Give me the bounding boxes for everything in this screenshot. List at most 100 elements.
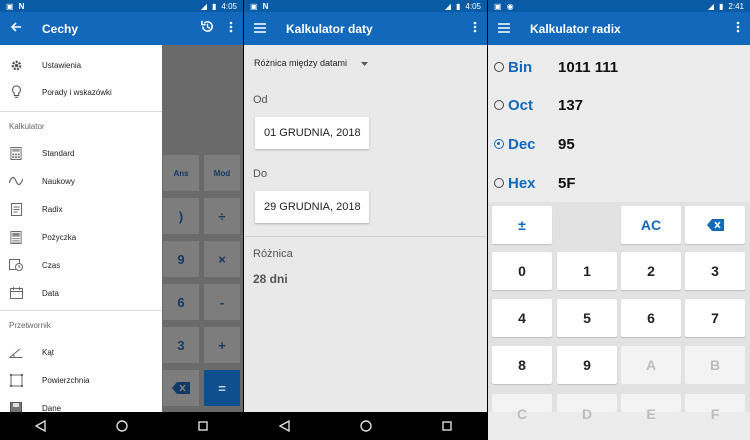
hamburger-menu-icon[interactable] xyxy=(254,20,266,38)
overflow-menu-icon[interactable] xyxy=(473,20,477,38)
radix-row-hex[interactable]: Hex 5F xyxy=(494,171,576,195)
backspace-icon xyxy=(172,382,190,394)
key-f-disabled: F xyxy=(685,394,745,422)
drawer-item-label: Naukowy xyxy=(42,176,75,186)
drawer-item-angle[interactable]: Kąt xyxy=(0,339,162,365)
radix-row-bin[interactable]: Bin 1011 111 xyxy=(494,55,618,79)
from-date-button[interactable]: 01 GRUDNIA, 2018 xyxy=(255,117,369,149)
phone-screen-date-calculator: ▣ N ◢ ▮ 4:05 Kalkulator daty Różnica mię… xyxy=(244,0,487,440)
calculator-background: Ans Mod ) ÷ 9 × 6 - 3 + = xyxy=(162,45,243,412)
drawer-item-label: Data xyxy=(42,288,59,298)
screens: ▣ N ◢ ▮ 4:05 Cechy Ans Mod ) ÷ 9 × 6 - 3… xyxy=(0,0,750,440)
nav-recents-icon[interactable] xyxy=(437,416,457,436)
radix-value: 95 xyxy=(558,135,575,153)
key-b-disabled: B xyxy=(685,346,745,384)
history-icon[interactable] xyxy=(200,19,215,39)
android-icon: ◉ xyxy=(506,1,514,11)
drawer-item-area[interactable]: Powierzchnia xyxy=(0,367,162,393)
overflow-menu-icon[interactable] xyxy=(229,20,233,38)
from-label: Od xyxy=(253,94,268,106)
status-time: 4:05 xyxy=(221,1,237,11)
key-3[interactable]: 3 xyxy=(685,252,745,290)
navigation-drawer: Ustawienia Porady i wskazówki Kalkulator… xyxy=(0,45,162,414)
radix-name: Bin xyxy=(508,58,533,76)
nav-home-icon[interactable] xyxy=(112,416,132,436)
radix-row-dec[interactable]: Dec 95 xyxy=(494,132,575,156)
drawer-item-radix[interactable]: Radix xyxy=(0,196,162,222)
radio-button[interactable] xyxy=(494,100,504,110)
drawer-item-tips[interactable]: Porady i wskazówki xyxy=(0,79,162,105)
signal-icon: ◢ xyxy=(707,1,715,11)
drawer-item-settings[interactable]: Ustawienia xyxy=(0,52,162,78)
ans-button[interactable]: Ans xyxy=(163,155,199,191)
to-date-button[interactable]: 29 GRUDNIA, 2018 xyxy=(255,191,369,223)
key-c-disabled: C xyxy=(492,394,552,422)
calculator-icon xyxy=(9,146,23,160)
app-notification-icon: ▣ xyxy=(494,1,502,11)
nav-home-icon[interactable] xyxy=(356,416,376,436)
page-title: Cechy xyxy=(42,21,79,36)
battery-icon: ▮ xyxy=(212,1,217,11)
radix-name: Oct xyxy=(508,96,534,114)
ac-key[interactable]: AC xyxy=(621,206,681,244)
close-paren-button[interactable]: ) xyxy=(163,198,199,234)
key-8[interactable]: 8 xyxy=(492,346,552,384)
mod-button[interactable]: Mod xyxy=(204,155,240,191)
radix-name: Hex xyxy=(508,174,536,192)
graph-icon xyxy=(9,174,23,188)
key-5[interactable]: 5 xyxy=(557,299,617,337)
drawer-item-scientific[interactable]: Naukowy xyxy=(0,168,162,194)
status-time: 2:41 xyxy=(728,1,744,11)
key-1[interactable]: 1 xyxy=(557,252,617,290)
drawer-item-label: Standard xyxy=(42,148,75,158)
key-6[interactable]: 6 xyxy=(621,299,681,337)
key-4[interactable]: 4 xyxy=(492,299,552,337)
drawer-divider xyxy=(0,310,162,311)
drawer-item-time[interactable]: Czas xyxy=(0,252,162,278)
equals-button[interactable]: = xyxy=(204,370,240,406)
minus-button[interactable]: - xyxy=(204,284,240,320)
plus-minus-key[interactable]: ± xyxy=(492,206,552,244)
drawer-item-loan[interactable]: Pożyczka xyxy=(0,224,162,250)
key-0[interactable]: 0 xyxy=(492,252,552,290)
app-notification-icon: ▣ xyxy=(250,1,258,11)
divide-button[interactable]: ÷ xyxy=(204,198,240,234)
drawer-item-label: Czas xyxy=(42,260,61,270)
radio-button-selected[interactable] xyxy=(494,139,504,149)
radix-row-oct[interactable]: Oct 137 xyxy=(494,93,583,117)
six-button[interactable]: 6 xyxy=(163,284,199,320)
nav-recents-icon[interactable] xyxy=(193,416,213,436)
nav-back-icon[interactable] xyxy=(275,416,295,436)
hamburger-menu-icon[interactable] xyxy=(498,20,510,38)
nine-button[interactable]: 9 xyxy=(163,241,199,277)
key-a-disabled: A xyxy=(621,346,681,384)
radio-button[interactable] xyxy=(494,62,504,72)
radio-button[interactable] xyxy=(494,178,504,188)
three-button[interactable]: 3 xyxy=(163,327,199,363)
backspace-button[interactable] xyxy=(163,370,199,406)
nav-back-icon[interactable] xyxy=(31,416,51,436)
signal-icon: ◢ xyxy=(200,1,208,11)
drawer-item-date[interactable]: Data xyxy=(0,280,162,306)
n-notification-icon: N xyxy=(18,1,25,11)
key-9[interactable]: 9 xyxy=(557,346,617,384)
mode-dropdown-value: Różnica między datami xyxy=(254,58,348,68)
backspace-key[interactable] xyxy=(685,206,745,244)
overflow-menu-icon[interactable] xyxy=(736,20,740,38)
loan-icon xyxy=(9,230,23,244)
back-arrow-icon[interactable] xyxy=(10,20,24,38)
system-nav-bar xyxy=(244,412,487,440)
key-7[interactable]: 7 xyxy=(685,299,745,337)
gear-icon xyxy=(9,58,23,72)
mode-dropdown[interactable]: Różnica między datami xyxy=(254,58,369,68)
multiply-button[interactable]: × xyxy=(204,241,240,277)
key-2[interactable]: 2 xyxy=(621,252,681,290)
drawer-item-label: Porady i wskazówki xyxy=(42,87,112,97)
plus-button[interactable]: + xyxy=(204,327,240,363)
status-bar: ▣ N ◢ ▮ 4:05 xyxy=(244,0,487,12)
drawer-item-standard[interactable]: Standard xyxy=(0,140,162,166)
drawer-item-label: Pożyczka xyxy=(42,232,77,242)
dropdown-arrow-icon xyxy=(361,58,369,68)
difference-label: Różnica xyxy=(253,248,293,260)
drawer-divider xyxy=(0,111,162,112)
